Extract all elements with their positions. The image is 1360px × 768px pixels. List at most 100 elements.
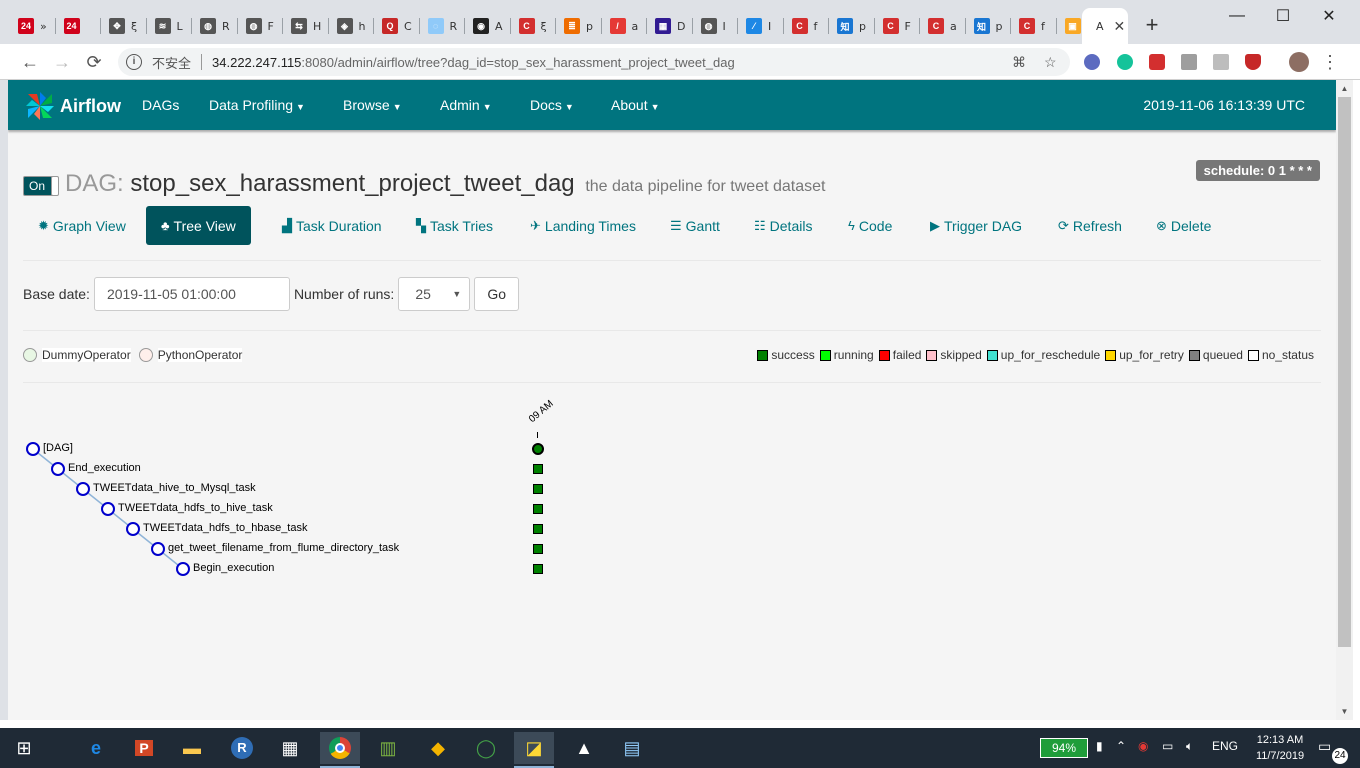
- circle-app-icon[interactable]: ◯: [466, 732, 506, 764]
- url-text[interactable]: 34.222.247.115:8080/admin/airflow/tree?d…: [212, 55, 735, 70]
- browser-tab[interactable]: ◉ A: [465, 8, 511, 44]
- tab-task-duration[interactable]: ▟ Task Duration: [267, 206, 397, 245]
- tree-node-circle[interactable]: [26, 442, 40, 456]
- browser-tab[interactable]: ◍ F: [238, 8, 283, 44]
- tree-node-circle[interactable]: [126, 522, 140, 536]
- volume-icon[interactable]: 🔈︎: [1186, 739, 1193, 754]
- browser-tab[interactable]: Cf: [784, 8, 829, 44]
- powerpoint-icon[interactable]: P: [124, 732, 164, 764]
- tree-node-label[interactable]: TWEETdata_hdfs_to_hive_task: [118, 502, 273, 514]
- tab-delete[interactable]: ⊗ Delete: [1141, 206, 1226, 245]
- network-app-icon[interactable]: ▤: [612, 732, 652, 764]
- power-plug-icon[interactable]: ▮: [1096, 739, 1103, 753]
- tree-node-label[interactable]: get_tweet_filename_from_flume_directory_…: [168, 542, 399, 554]
- sheets-icon[interactable]: ▥: [368, 732, 408, 764]
- git-icon[interactable]: ◆: [418, 732, 458, 764]
- sticky-app-icon[interactable]: ◪: [514, 732, 554, 768]
- browser-tab[interactable]: CF: [875, 8, 920, 44]
- file-explorer-icon[interactable]: ▬: [172, 732, 212, 764]
- close-tab-icon[interactable]: ✕: [1114, 18, 1126, 35]
- notification-center-icon[interactable]: ▭ 24: [1318, 738, 1348, 764]
- profile-avatar[interactable]: [1289, 52, 1309, 72]
- ublock-shield-icon[interactable]: [1245, 54, 1261, 70]
- tree-node-label[interactable]: End_execution: [68, 462, 141, 474]
- store-icon[interactable]: ▦: [270, 732, 310, 764]
- tab-task-tries[interactable]: ▚ Task Tries: [401, 206, 508, 245]
- new-tab-button[interactable]: +: [1140, 12, 1164, 38]
- tab-refresh[interactable]: ⟳ Refresh: [1043, 206, 1137, 245]
- browser-tab[interactable]: 知p: [829, 8, 875, 44]
- forward-button[interactable]: →: [50, 50, 74, 74]
- translate-icon[interactable]: ⌘: [1012, 54, 1026, 71]
- download-icon[interactable]: [1181, 54, 1197, 70]
- browser-tab[interactable]: Ca: [920, 8, 966, 44]
- base-date-input[interactable]: 2019-11-05 01:00:00: [93, 277, 290, 311]
- browser-tab[interactable]: ◌ R: [420, 8, 465, 44]
- tab-gantt[interactable]: ☰ Gantt: [655, 206, 735, 245]
- num-runs-select[interactable]: 25 ▼: [398, 277, 471, 311]
- browser-tab[interactable]: 24: [56, 8, 101, 44]
- tab-landing-times[interactable]: ✈ Landing Times: [515, 206, 651, 245]
- taskbar-clock[interactable]: 12:13 AM 11/7/2019: [1250, 732, 1310, 764]
- browser-tab[interactable]: 知p: [966, 8, 1011, 44]
- airflow-brand[interactable]: Airflow: [24, 90, 121, 122]
- nav-browse[interactable]: Browse ▼: [343, 97, 402, 113]
- tree-node-label[interactable]: Begin_execution: [193, 562, 274, 574]
- maximize-button[interactable]: ☐: [1260, 0, 1306, 32]
- address-bar[interactable]: i 不安全 34.222.247.115:8080/admin/airflow/…: [118, 48, 1070, 76]
- browser-tab[interactable]: ◍ I: [693, 8, 738, 44]
- browser-tab[interactable]: ⁄ I: [738, 8, 784, 44]
- task-instance-square[interactable]: [533, 464, 543, 474]
- nav-dags[interactable]: DAGs: [142, 97, 179, 113]
- minimize-button[interactable]: —: [1214, 0, 1260, 32]
- edge-icon[interactable]: e: [76, 732, 116, 764]
- browser-tab[interactable]: ✥ ξ: [101, 8, 147, 44]
- info-icon[interactable]: i: [126, 54, 142, 70]
- tab-tree-view[interactable]: ♣ Tree View: [146, 206, 251, 245]
- nav-about[interactable]: About ▼: [611, 97, 660, 113]
- browser-tab[interactable]: QC: [374, 8, 420, 44]
- tree-node-circle[interactable]: [51, 462, 65, 476]
- browser-tab[interactable]: ◈ h: [329, 8, 374, 44]
- tree-node-circle[interactable]: [101, 502, 115, 516]
- tab-trigger-dag[interactable]: ▶ Trigger DAG: [915, 206, 1037, 245]
- tray-expand-icon[interactable]: ⌃: [1116, 739, 1126, 753]
- extension-avatar-icon[interactable]: [1084, 54, 1100, 70]
- browser-tab[interactable]: Cf: [1011, 8, 1057, 44]
- tab-airflow-active[interactable]: A ✕: [1082, 8, 1128, 44]
- tree-node-circle[interactable]: [176, 562, 190, 576]
- battery-indicator[interactable]: 94%: [1040, 738, 1088, 758]
- reload-button[interactable]: ⟳: [82, 50, 106, 74]
- nav-data-profiling[interactable]: Data Profiling ▼: [209, 97, 305, 113]
- browser-tab[interactable]: Cξ: [511, 8, 556, 44]
- scrollbar-thumb[interactable]: [1338, 97, 1351, 647]
- browser-tab[interactable]: ▦ D: [647, 8, 693, 44]
- scroll-down-icon[interactable]: ▼: [1336, 703, 1353, 720]
- vertical-scrollbar[interactable]: ▲ ▼: [1336, 80, 1353, 720]
- bookmark-star-icon[interactable]: ☆: [1044, 54, 1057, 71]
- task-instance-square[interactable]: [533, 524, 543, 534]
- dag-pause-toggle[interactable]: On: [23, 176, 59, 196]
- extension-edit-icon[interactable]: [1213, 54, 1229, 70]
- r-icon[interactable]: R: [222, 732, 262, 764]
- antivirus-icon[interactable]: ◉: [1138, 739, 1148, 753]
- grammarly-icon[interactable]: [1117, 54, 1133, 70]
- browser-tab[interactable]: ◍ R: [192, 8, 238, 44]
- extension-red-icon[interactable]: [1149, 54, 1165, 70]
- close-window-button[interactable]: ✕: [1306, 0, 1352, 32]
- language-indicator[interactable]: ENG: [1212, 739, 1238, 753]
- browser-tab[interactable]: ⇆ H: [283, 8, 329, 44]
- task-instance-square[interactable]: [533, 564, 543, 574]
- nav-admin[interactable]: Admin ▼: [440, 97, 492, 113]
- photos-icon[interactable]: ▲: [564, 732, 604, 764]
- chrome-taskbar-icon[interactable]: [320, 732, 360, 768]
- task-instance-square[interactable]: [533, 484, 543, 494]
- dag-run-status-dot[interactable]: [532, 443, 544, 455]
- battery-icon[interactable]: ▭: [1162, 739, 1173, 753]
- tree-node-circle[interactable]: [151, 542, 165, 556]
- back-button[interactable]: ←: [18, 50, 42, 74]
- go-button[interactable]: Go: [474, 277, 519, 311]
- tab-graph-view[interactable]: ✹ Graph View: [23, 206, 141, 245]
- task-instance-square[interactable]: [533, 544, 543, 554]
- tab-code[interactable]: ϟ Code: [833, 206, 907, 245]
